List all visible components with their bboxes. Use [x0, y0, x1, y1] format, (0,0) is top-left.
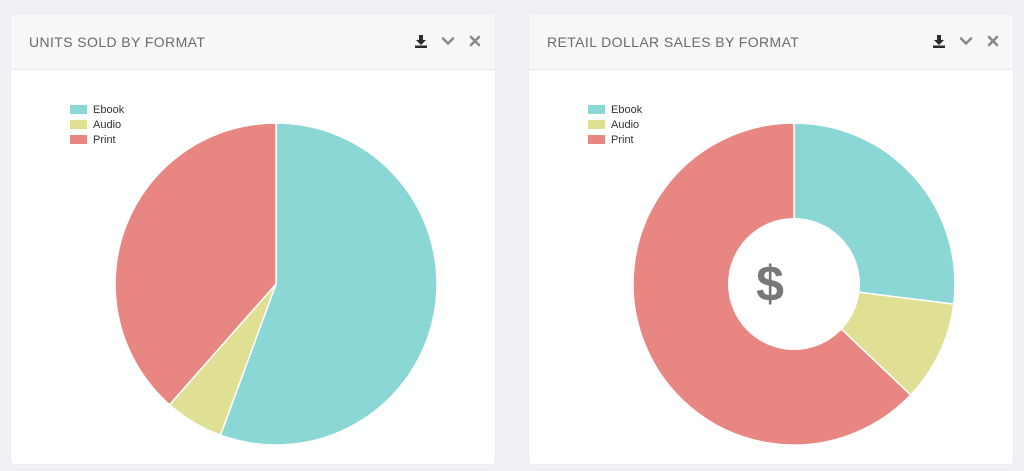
donut-hole	[728, 218, 860, 350]
legend-swatch	[70, 105, 87, 114]
dollar-icon: $	[756, 256, 784, 312]
legend-label: Ebook	[93, 103, 125, 116]
panel-actions	[413, 33, 483, 49]
panel-body: Ebook Audio Print	[11, 70, 495, 464]
legend-item-audio[interactable]: Audio	[588, 117, 642, 132]
legend-swatch	[70, 120, 87, 129]
legend-item-print[interactable]: Print	[588, 132, 642, 147]
legend-label: Ebook	[611, 103, 643, 116]
legend-item-ebook[interactable]: Ebook	[588, 102, 642, 117]
download-icon[interactable]	[413, 33, 429, 49]
legend-swatch	[70, 135, 87, 144]
panel-actions	[931, 33, 1001, 49]
legend-item-audio[interactable]: Audio	[70, 117, 124, 132]
chart-legend: Ebook Audio Print	[70, 102, 124, 147]
panel-title: UNITS SOLD BY FORMAT	[29, 34, 206, 50]
panel-header: RETAIL DOLLAR SALES BY FORMAT	[529, 14, 1013, 70]
retail-dollar-sales-panel: RETAIL DOLLAR SALES BY FORMAT $ Ebook Au…	[529, 14, 1013, 464]
legend-label: Audio	[611, 118, 640, 131]
panel-header: UNITS SOLD BY FORMAT	[11, 14, 495, 70]
panel-body: $ Ebook Audio Print	[529, 70, 1013, 464]
panel-title: RETAIL DOLLAR SALES BY FORMAT	[547, 34, 800, 50]
close-icon[interactable]	[985, 33, 1001, 49]
close-icon[interactable]	[467, 33, 483, 49]
legend-label: Audio	[93, 118, 122, 131]
legend-item-ebook[interactable]: Ebook	[70, 102, 124, 117]
legend-label: Print	[611, 133, 634, 146]
legend-swatch	[588, 120, 605, 129]
chevron-down-icon[interactable]	[440, 33, 456, 49]
legend-item-print[interactable]: Print	[70, 132, 124, 147]
legend-label: Print	[93, 133, 116, 146]
chevron-down-icon[interactable]	[958, 33, 974, 49]
chart-legend: Ebook Audio Print	[588, 102, 642, 147]
download-icon[interactable]	[931, 33, 947, 49]
legend-swatch	[588, 105, 605, 114]
legend-swatch	[588, 135, 605, 144]
units-sold-panel: UNITS SOLD BY FORMAT Ebook Audio Print	[11, 14, 495, 464]
